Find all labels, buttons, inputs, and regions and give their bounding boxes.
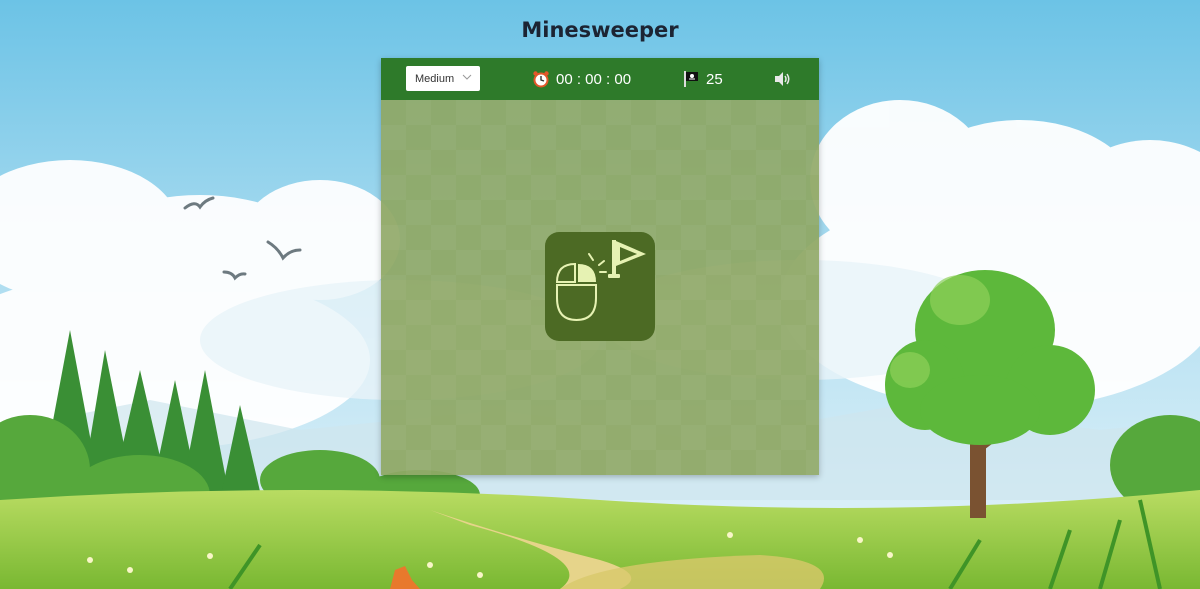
page-title: Minesweeper — [521, 18, 679, 42]
difficulty-select-value: Medium — [415, 72, 455, 85]
right-click-hint-tile — [545, 232, 655, 341]
pirate-flag-icon — [684, 71, 698, 87]
mouse-right-click-flag-icon — [555, 240, 646, 322]
flag-counter: 25 — [682, 68, 723, 90]
speaker-icon[interactable] — [772, 69, 792, 89]
game-panel: Medium 00 : 00 : 00 25 — [381, 58, 819, 475]
flags-remaining: 25 — [706, 70, 723, 88]
difficulty-select[interactable]: Medium — [406, 66, 480, 91]
game-toolbar: Medium 00 : 00 : 00 25 — [381, 58, 819, 100]
timer: 00 : 00 : 00 — [532, 68, 631, 90]
timer-value: 00 : 00 : 00 — [556, 70, 632, 88]
chevron-down-icon — [462, 74, 472, 80]
alarm-clock-icon — [533, 71, 549, 88]
